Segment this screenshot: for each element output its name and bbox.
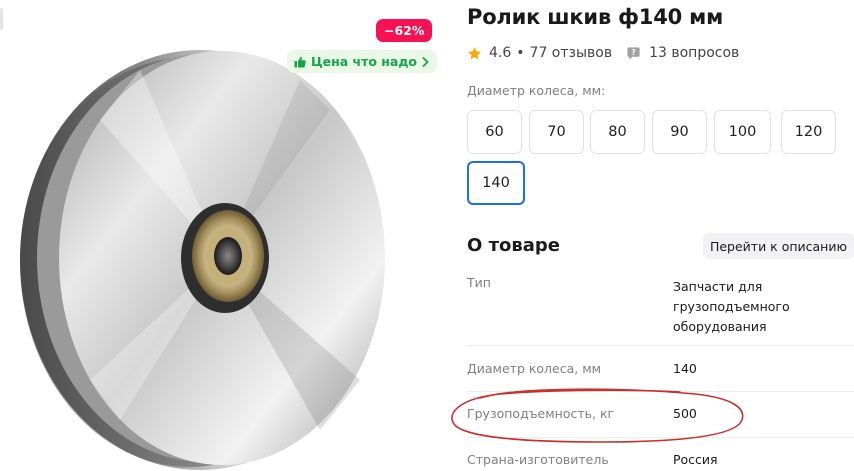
product-image-area[interactable]: −62% Цена что надо [0,0,445,471]
spec-name-load-capacity: Грузоподъемность, кг [467,406,615,421]
go-to-description-button[interactable]: Перейти к описанию [703,233,854,259]
svg-text:?: ? [631,48,635,57]
star-icon [468,46,481,59]
spec-name-country: Страна-изготовитель [467,452,609,467]
good-price-label: Цена что надо [311,54,418,69]
diameter-option-60[interactable]: 60 [467,110,522,154]
spec-value-country: Россия [673,452,718,467]
spec-divider [467,391,854,392]
diameter-option-70[interactable]: 70 [529,110,584,154]
diameter-option-100[interactable]: 100 [714,110,771,154]
spec-value-type: Запчасти для грузоподъемного оборудовани… [673,277,790,337]
spec-divider [467,437,854,438]
spec-value-line: Запчасти для [673,279,763,294]
rating-value: 4.6 [489,45,512,61]
questions-link[interactable]: 13 вопросов [649,45,739,61]
spec-value-diameter: 140 [673,361,697,376]
spec-value-line: грузоподъемного [673,299,790,314]
good-price-badge[interactable]: Цена что надо [287,50,438,73]
chevron-right-icon [422,56,429,67]
rating-separator: • [516,45,525,61]
discount-badge: −62% [376,19,433,42]
spec-value-line: оборудования [673,319,767,334]
product-title: Ролик шкив ф140 мм [467,5,724,29]
diameter-option-90[interactable]: 90 [652,110,707,154]
diameter-label: Диаметр колеса, мм: [467,83,606,98]
spec-divider [467,345,854,346]
reviews-link[interactable]: 77 отзывов [530,45,613,61]
about-section-title: О товаре [467,235,560,256]
question-bubble-icon: ? [627,46,640,60]
diameter-option-80[interactable]: 80 [590,110,645,154]
diameter-option-120[interactable]: 120 [781,110,836,154]
thumbs-up-icon [294,56,306,67]
diameter-option-140-selected[interactable]: 140 [467,161,525,205]
spec-value-load-capacity: 500 [673,406,697,421]
spec-name-diameter: Диаметр колеса, мм [467,361,602,376]
rating-row: 4.6 • 77 отзывов ? 13 вопросов [467,45,739,61]
spec-name-type: Тип [467,275,491,290]
